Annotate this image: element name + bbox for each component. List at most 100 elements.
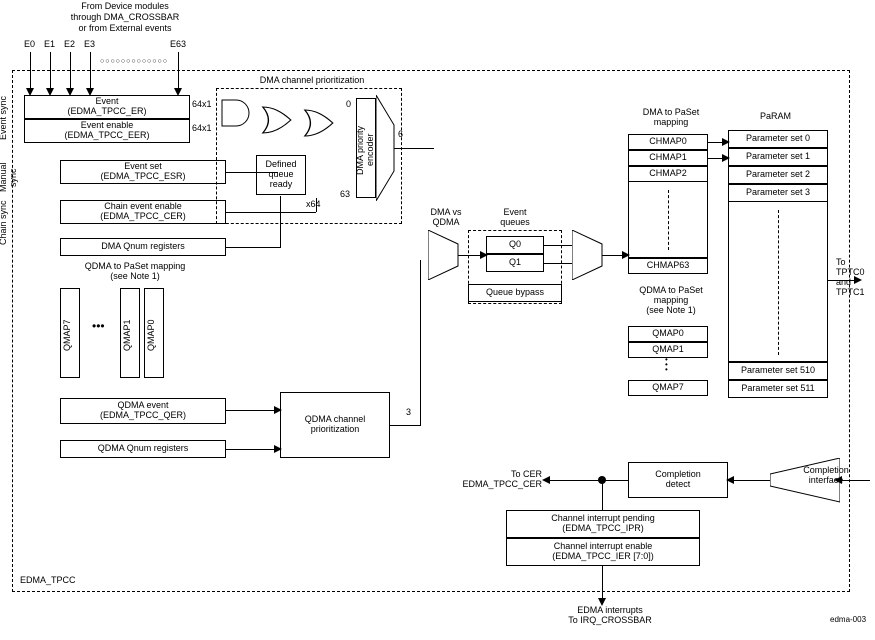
mux-after-queues-icon: [572, 230, 606, 280]
outer-dashed-label: EDMA_TPCC: [20, 576, 76, 586]
chmap0: CHMAP0: [628, 134, 708, 150]
event-e1: E1: [44, 40, 55, 50]
ar-mux2-chmap: [622, 251, 630, 259]
event-e2: E2: [64, 40, 75, 50]
to-tptc-label: To TPTC0 and TPTC1: [836, 258, 875, 298]
footer-id: edma-003: [830, 616, 866, 625]
dma-paset-label: DMA to PaSet mapping: [626, 108, 716, 128]
ln-cer-v2: [602, 480, 603, 510]
ln-q-mux2a: [544, 245, 572, 246]
event-enable-reg: Event enable (EDMA_TPCC_EER): [24, 119, 190, 143]
qmap-right-1: QMAP1: [628, 342, 708, 358]
ln-int-out: [602, 566, 603, 602]
ar-qdma-qnum: [274, 445, 282, 453]
x64-label: x64: [306, 200, 321, 210]
edma-interrupts-label: EDMA interrupts To IRQ_CROSSBAR: [550, 606, 670, 626]
qmap-right-0: QMAP0: [628, 326, 708, 342]
ln-qdma-up: [420, 260, 421, 426]
header-line2: through DMA_CROSSBAR: [55, 13, 195, 23]
ar-ci: [726, 476, 734, 484]
qdma-paset-label: QDMA to PaSet mapping (see Note 1): [60, 262, 210, 282]
channel-ipr: Channel interrupt pending (EDMA_TPCC_IPR…: [506, 510, 700, 538]
event-sync-label: Event sync: [0, 95, 8, 140]
prio-63: 63: [340, 190, 350, 200]
chain-event-enable-reg: Chain event enable (EDMA_TPCC_CER): [60, 200, 226, 224]
ln-dmaqnum-v: [280, 196, 281, 248]
param-511: Parameter set 511: [728, 380, 828, 398]
chain-sync-label: Chain sync: [0, 200, 8, 245]
ln-cd: [602, 480, 628, 481]
bus-3: 3: [406, 408, 411, 418]
dma-qnum-reg: DMA Qnum registers: [60, 238, 226, 256]
chmap1: CHMAP1: [628, 150, 708, 166]
ar-mux-q: [480, 251, 488, 259]
edma-diagram: From Device modules through DMA_CROSSBAR…: [0, 0, 875, 640]
dma-vs-qdma-label: DMA vs QDMA: [416, 208, 476, 228]
event-reg: Event (EDMA_TPCC_ER): [24, 95, 190, 119]
ln-qdma-ev: [226, 410, 280, 411]
bus-64x1b: 64x1: [192, 124, 212, 134]
param-dash: [778, 210, 779, 355]
param-label: PaRAM: [760, 112, 791, 122]
chmap2: CHMAP2: [628, 166, 708, 182]
ln-qdma-out: [390, 425, 420, 426]
ln-cer-out: [548, 480, 602, 481]
event-dots: ○○○○○○○○○○○○○: [100, 58, 168, 65]
mux-trap-1: [376, 95, 396, 201]
prio-0: 0: [346, 100, 351, 110]
param-1: Parameter set 1: [728, 148, 828, 166]
queues-dashed: [468, 230, 562, 304]
completion-detect: Completion detect: [628, 462, 728, 498]
param-2: Parameter set 2: [728, 166, 828, 184]
param-3: Parameter set 3: [728, 184, 828, 202]
event-queues-label: Event queues: [490, 208, 540, 228]
header-line1: From Device modules: [55, 2, 195, 12]
or-gate2-icon: [302, 108, 342, 138]
event-e3: E3: [84, 40, 95, 50]
chmap-dash: [668, 190, 669, 250]
ln-cer-v: [316, 198, 317, 212]
qdma-prio-box: QDMA channel prioritization: [280, 392, 390, 458]
completion-interface-label: Completion interface: [796, 466, 856, 486]
and-gate-icon: [218, 98, 258, 128]
header-line3: or from External events: [55, 24, 195, 34]
ln-esr: [226, 172, 278, 173]
or-gate1-icon: [260, 105, 300, 135]
qmap-right-7: QMAP7: [628, 380, 708, 396]
ln-dmaqnum: [226, 247, 280, 248]
manual-sync-label: Manual sync: [0, 155, 18, 200]
event-e63: E63: [170, 40, 186, 50]
channel-ier: Channel interrupt enable (EDMA_TPCC_IER …: [506, 538, 700, 566]
ar-chmap1: [722, 154, 730, 162]
ln-q-mux2b: [544, 263, 572, 264]
ar-ci-in: [834, 476, 842, 484]
bus-64x1a: 64x1: [192, 100, 212, 110]
chmap63: CHMAP63: [628, 258, 708, 274]
qmap-dots: •••: [92, 320, 105, 333]
ln-ci-in: [840, 480, 870, 481]
dma-prio-label: DMA channel prioritization: [232, 76, 392, 86]
bus-6: 6: [398, 130, 403, 140]
qdma-paset-label2: QDMA to PaSet mapping (see Note 1): [626, 286, 716, 316]
line-to-mux: [394, 148, 434, 149]
ln-cer: [226, 212, 316, 213]
qdma-qnum-reg: QDMA Qnum registers: [60, 440, 226, 458]
param-510: Parameter set 510: [728, 362, 828, 380]
ar-cer: [542, 476, 550, 484]
ar-qdma-ev: [274, 406, 282, 414]
defined-queue-ready: Defined queue ready: [256, 155, 306, 195]
ln-qdma-qnum: [226, 449, 280, 450]
event-e0: E0: [24, 40, 35, 50]
ln-ci: [728, 480, 770, 481]
dma-priority-encoder-label: DMA priority encoder: [355, 110, 375, 190]
mux-dma-qdma-icon: [428, 230, 462, 280]
qmap0-label: QMAP0: [146, 310, 156, 360]
to-cer-label: To CER EDMA_TPCC_CER: [432, 470, 542, 490]
param-0: Parameter set 0: [728, 130, 828, 148]
event-set-reg: Event set (EDMA_TPCC_ESR): [60, 160, 226, 184]
ar-chmap0: [722, 138, 730, 146]
qdma-event-reg: QDMA event (EDMA_TPCC_QER): [60, 398, 226, 424]
qmap-right-dots: • • •: [665, 358, 668, 372]
qmap7-label: QMAP7: [62, 310, 72, 360]
qmap1-label: QMAP1: [122, 310, 132, 360]
